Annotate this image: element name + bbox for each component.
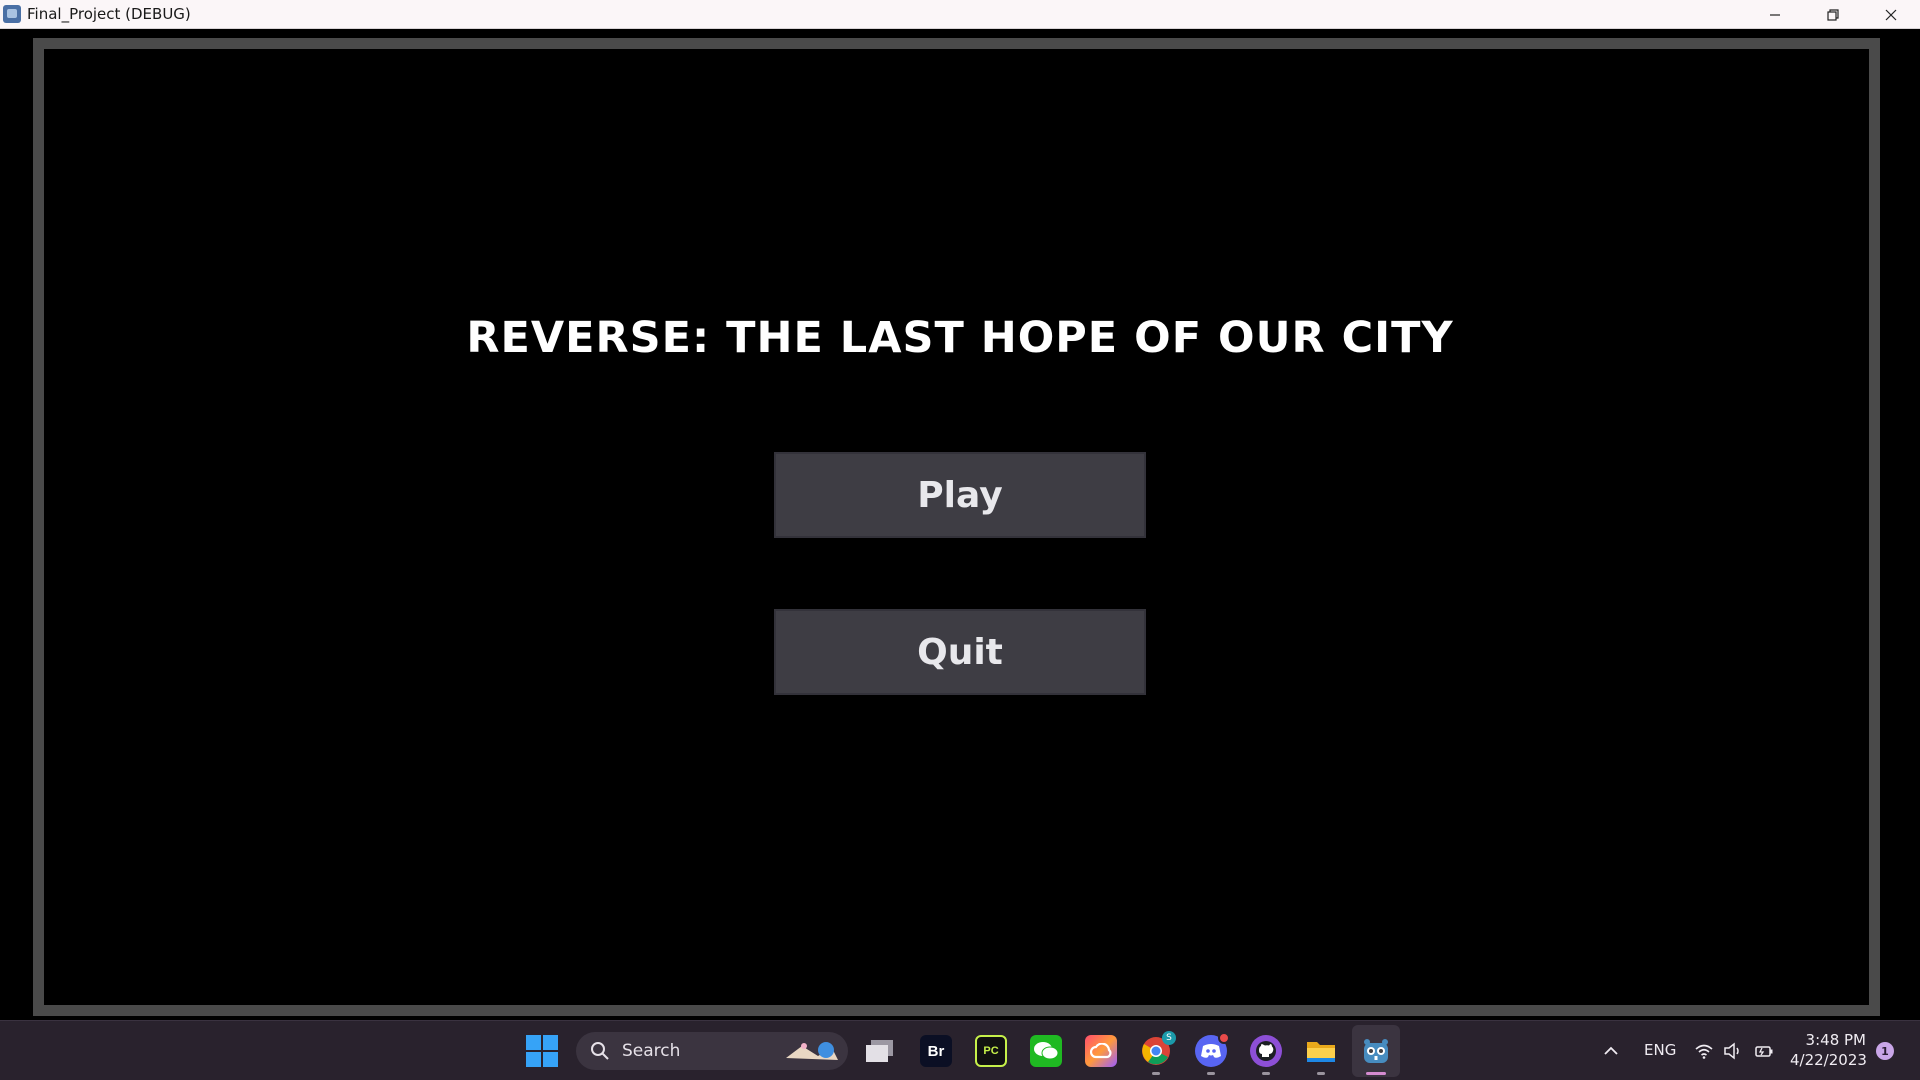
running-indicator [1207, 1072, 1215, 1075]
minimize-icon [1770, 13, 1780, 16]
godot-button[interactable] [1360, 1035, 1392, 1067]
restore-icon [1827, 8, 1839, 21]
active-indicator [1366, 1072, 1386, 1075]
adobe-bridge-icon: Br [927, 1042, 945, 1060]
close-icon [1885, 9, 1897, 20]
search-icon [591, 1042, 609, 1060]
volume-icon[interactable] [1723, 1041, 1743, 1061]
app-icon [3, 5, 21, 23]
windows-logo-pane [543, 1052, 558, 1067]
notification-badge[interactable]: 1 [1876, 1042, 1894, 1060]
window-controls [1746, 0, 1920, 29]
taskbar-search-box[interactable]: Search [576, 1032, 848, 1070]
search-label: Search [622, 1041, 681, 1061]
window-title-bar[interactable]: Final_Project (DEBUG) [0, 0, 1920, 29]
running-indicator [1317, 1072, 1325, 1075]
close-button[interactable] [1862, 0, 1920, 29]
play-button[interactable]: Play [774, 452, 1146, 538]
running-indicator [1262, 1072, 1270, 1075]
windows-logo-icon [526, 1035, 541, 1050]
start-button[interactable] [526, 1035, 558, 1067]
pycharm-icon: PC [983, 1045, 999, 1057]
file-explorer-icon [1307, 1042, 1335, 1062]
quit-button[interactable]: Quit [774, 609, 1146, 695]
clock-time: 3:48 PM [1805, 1031, 1866, 1049]
viewport-edge [1880, 29, 1920, 1020]
creative-cloud-button[interactable] [1085, 1035, 1117, 1067]
file-explorer-button[interactable] [1305, 1035, 1337, 1067]
discord-notification-dot [1218, 1032, 1230, 1044]
wifi-icon[interactable] [1694, 1041, 1714, 1061]
pycharm-button[interactable]: PC [975, 1035, 1007, 1067]
discord-icon [1201, 1044, 1221, 1058]
discord-button[interactable] [1195, 1032, 1230, 1067]
chrome-profile-badge: S [1162, 1031, 1176, 1045]
window-title: Final_Project (DEBUG) [27, 5, 191, 23]
godot-icon [1364, 1039, 1388, 1063]
creative-cloud-icon [1090, 1043, 1112, 1059]
windows-logo-pane [526, 1052, 541, 1067]
github-icon [1256, 1041, 1276, 1061]
wechat-button[interactable] [1030, 1035, 1062, 1067]
game-title: REVERSE: THE LAST HOPE OF OUR CITY [466, 313, 1454, 363]
chrome-button[interactable]: S [1140, 1031, 1176, 1067]
taskbar-clock[interactable]: 3:48 PM 4/22/2023 [1790, 1030, 1867, 1070]
battery-icon[interactable] [1754, 1041, 1774, 1061]
restore-button[interactable] [1804, 0, 1862, 29]
clock-date: 4/22/2023 [1790, 1051, 1867, 1069]
windows-logo-pane [543, 1035, 558, 1050]
taskbar: Search Br PC S ENG 3:48 PM 4/22/2023 1 [0, 1020, 1920, 1080]
github-desktop-button[interactable] [1250, 1035, 1282, 1067]
task-view-icon [866, 1040, 893, 1062]
running-indicator [1152, 1072, 1160, 1075]
minimize-button[interactable] [1746, 0, 1804, 29]
task-view-button[interactable] [864, 1035, 896, 1067]
language-indicator[interactable]: ENG [1644, 1041, 1676, 1059]
chevron-up-icon[interactable] [1601, 1041, 1621, 1061]
adobe-bridge-button[interactable]: Br [920, 1035, 952, 1067]
search-highlight-art-icon [786, 1042, 838, 1060]
wechat-icon [1034, 1042, 1059, 1060]
